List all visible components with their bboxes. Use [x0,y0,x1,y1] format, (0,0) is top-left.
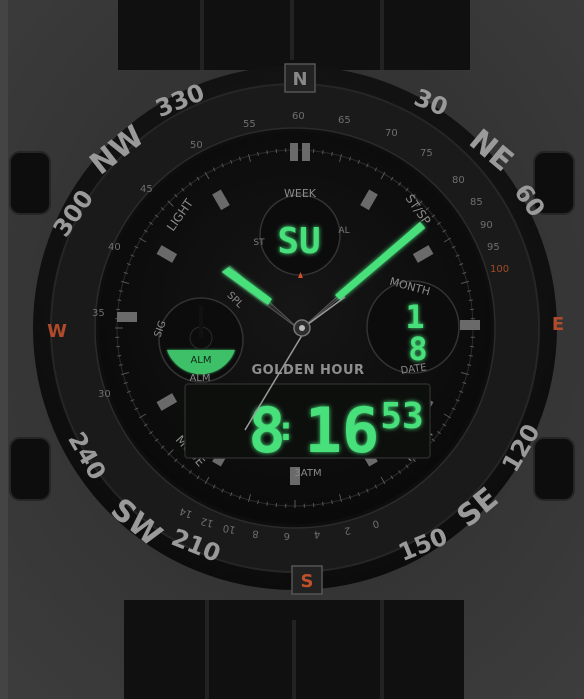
week-lcd-value: SU [277,221,320,262]
svg-text:50: 50 [190,140,203,151]
svg-text:70: 70 [385,128,398,139]
lcd-colon: : [276,409,296,449]
svg-text:6: 6 [284,530,290,541]
svg-text:10: 10 [222,522,236,535]
svg-text:35: 35 [92,308,105,319]
watch-photo: N S W E 330 NW 300 30 NE 60 240 SW 210 1… [0,0,584,699]
svg-text:80: 80 [452,175,465,186]
minute-tick [266,501,268,506]
svg-text:ALM: ALM [189,373,210,384]
minute-tick [322,501,324,506]
svg-text:40: 40 [108,242,121,253]
hour-marker [460,320,480,330]
minute-tick [117,299,122,301]
minute-tick [117,355,122,357]
brand-logo: GOLDEN HOUR [251,363,364,378]
svg-text:45: 45 [140,184,153,195]
svg-text:100: 100 [490,264,509,275]
hour-marker [117,312,137,322]
lcd-time-display: 8 : 16 53 [184,383,431,467]
svg-text:ALM: ALM [190,355,211,366]
svg-text:AL: AL [338,226,349,236]
svg-text:55: 55 [243,119,256,130]
minute-tick [468,355,473,357]
minute-tick [468,299,473,301]
lcd-seconds: 53 [380,396,423,437]
hour-marker-12 [290,143,298,161]
water-resistance: 3ATM [294,468,321,479]
bracelet-top [118,0,470,70]
svg-text:60: 60 [292,111,305,122]
svg-text:75: 75 [420,148,433,159]
svg-text:4: 4 [313,528,320,540]
svg-text:85: 85 [470,197,483,208]
svg-text:N: N [292,69,307,90]
lcd-minutes: 16 [305,394,380,467]
svg-text:65: 65 [338,115,351,126]
svg-text:S: S [301,571,314,592]
bezel-cardinal-e: E [552,314,564,335]
bezel-cardinal-n: N [284,63,316,93]
svg-text:ST: ST [253,238,265,248]
svg-text:8: 8 [252,527,259,539]
svg-text:WEEK: WEEK [284,187,317,200]
bezel-cardinal-s: S [291,565,323,595]
bracelet-bottom [124,600,464,699]
hour-marker-12 [302,143,310,161]
bezel-cardinal-w: W [47,321,67,342]
minute-tick [266,150,268,155]
svg-text:30: 30 [98,389,111,400]
minute-tick [322,150,324,155]
svg-text:90: 90 [480,220,493,231]
svg-text:95: 95 [487,242,500,253]
